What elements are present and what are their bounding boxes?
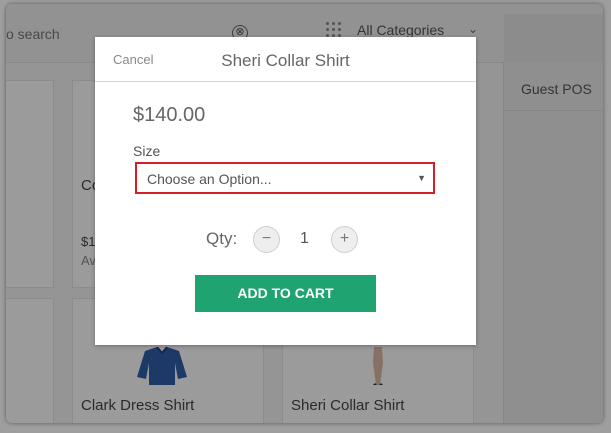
qty-value[interactable]: 1	[300, 230, 309, 248]
size-select-value: Choose an Option...	[147, 171, 272, 187]
add-to-cart-button[interactable]: ADD TO CART	[195, 275, 376, 312]
minus-icon[interactable]: −	[253, 226, 280, 253]
qty-label: Qty:	[206, 229, 238, 248]
plus-icon[interactable]: +	[331, 226, 358, 253]
product-price: $140.00	[133, 104, 206, 126]
size-label: Size	[133, 143, 161, 159]
caret-down-icon: ▼	[417, 173, 426, 183]
product-options-modal: Cancel Sheri Collar Shirt $140.00 Size C…	[95, 37, 476, 345]
modal-title: Sheri Collar Shirt	[221, 51, 350, 70]
size-select[interactable]: Choose an Option... ▼	[135, 162, 435, 194]
modal-header: Cancel Sheri Collar Shirt	[95, 37, 476, 82]
